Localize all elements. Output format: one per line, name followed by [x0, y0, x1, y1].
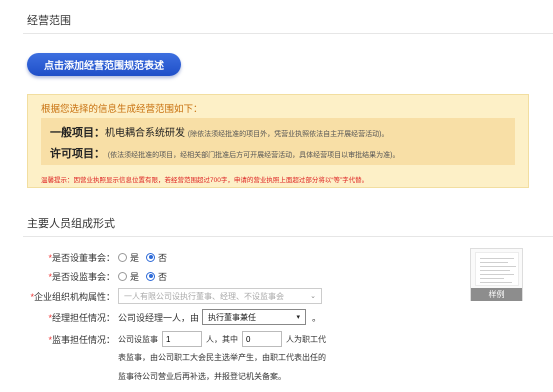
board-option-no[interactable]: 否: [146, 251, 167, 264]
personnel-title: 主要人员组成形式: [27, 218, 115, 230]
radio-icon: [118, 252, 127, 262]
manager-field: 公司设经理一人，由 执行董事兼任 ▾ 。: [118, 309, 321, 325]
supervisors-radio-group: 是 否: [118, 270, 174, 283]
licensed-items-line: 许可项目： (依法须经批准的项目，经相关部门批准后方可开展经营活动，具体经营项目…: [50, 145, 399, 161]
supervisor-field: 公司设监事 人，其中 人为职工代: [118, 331, 326, 347]
supervisor-text-line3: 监事待公司营业后再补选，并报登记机关备案。: [118, 372, 286, 381]
section-divider: [23, 33, 553, 34]
supervisor-row: *监事担任情况： 公司设监事 人，其中 人为职工代: [0, 330, 470, 348]
notice-heading: 根据您选择的信息生成经营范围如下：: [41, 104, 203, 115]
board-row: *是否设董事会： 是 否: [0, 248, 470, 266]
supervisor-text-line2: 表监事，由公司职工大会民主选举产生，由职工代表出任的: [118, 353, 326, 362]
general-items-note: (除依法须经批准的项目外，凭营业执照依法自主开展经营活动)。: [187, 131, 389, 138]
manager-select-value: 执行董事兼任: [208, 312, 257, 322]
org-structure-field: 一人有限公司设执行董事、经理、不设监事会 ⌄: [118, 288, 322, 304]
supervisors-row: *是否设监事会： 是 否: [0, 267, 470, 285]
employee-rep-count-input[interactable]: [242, 331, 282, 347]
general-items-label: 一般项目：: [50, 127, 105, 139]
board-option-yes[interactable]: 是: [118, 251, 139, 264]
licensed-items-note: (依法须经批准的项目，经相关部门批准后方可开展经营活动，具体经营项目以审批结果为…: [107, 152, 400, 159]
general-items-value: 机电耦合系统研发: [105, 128, 185, 139]
chevron-down-icon: ▾: [296, 314, 301, 321]
general-items-line: 一般项目：机电耦合系统研发 (除依法须经批准的项目外，凭营业执照依法自主开展经营…: [50, 124, 388, 140]
character-limit-warning: 温馨提示：因营业执照显示信息位置有限，若经营范围超过700字，申请的营业执照上面…: [41, 177, 369, 184]
manager-row: *经理担任情况： 公司设经理一人，由 执行董事兼任 ▾ 。: [0, 308, 470, 326]
org-structure-label: *企业组织机构属性：: [30, 291, 115, 302]
board-radio-group: 是 否: [118, 251, 174, 264]
org-structure-value: 一人有限公司设执行董事、经理、不设监事会: [124, 291, 284, 301]
org-structure-select[interactable]: 一人有限公司设执行董事、经理、不设监事会 ⌄: [118, 288, 322, 304]
supervisor-suffix: 人为职工代: [286, 334, 326, 344]
section-divider: [23, 236, 553, 237]
licensed-items-label: 许可项目：: [50, 148, 105, 160]
org-structure-row: *企业组织机构属性： 一人有限公司设执行董事、经理、不设监事会 ⌄: [0, 287, 470, 305]
radio-icon: [118, 271, 127, 281]
radio-checked-icon: [146, 252, 156, 262]
chevron-down-icon: ⌄: [310, 293, 316, 300]
scope-summary-box: 一般项目：机电耦合系统研发 (除依法须经批准的项目外，凭营业执照依法自主开展经营…: [41, 118, 515, 165]
sample-thumbnail[interactable]: 样例: [470, 248, 523, 301]
supervisor-count-input[interactable]: [162, 331, 202, 347]
supervisor-mid: 人，其中: [206, 334, 238, 344]
manager-label: *经理担任情况：: [48, 312, 115, 323]
sample-button[interactable]: 样例: [471, 288, 522, 301]
supervisor-prefix: 公司设监事: [118, 334, 158, 344]
supervisors-label: *是否设监事会：: [48, 271, 115, 282]
radio-checked-icon: [146, 271, 156, 281]
board-label: *是否设董事会：: [48, 252, 115, 263]
sample-document-preview: [475, 252, 519, 286]
business-scope-notice: 根据您选择的信息生成经营范围如下： 一般项目：机电耦合系统研发 (除依法须经批准…: [27, 94, 529, 188]
supervisor-label: *监事担任情况：: [48, 334, 115, 345]
manager-select[interactable]: 执行董事兼任 ▾: [202, 309, 307, 325]
manager-suffix: 。: [312, 312, 322, 323]
supervisors-option-no[interactable]: 否: [146, 270, 167, 283]
business-scope-title: 经营范围: [27, 15, 71, 27]
manager-prefix: 公司设经理一人，由: [118, 312, 200, 323]
supervisors-option-yes[interactable]: 是: [118, 270, 139, 283]
add-business-scope-button[interactable]: 点击添加经营范围规范表述: [27, 53, 181, 76]
